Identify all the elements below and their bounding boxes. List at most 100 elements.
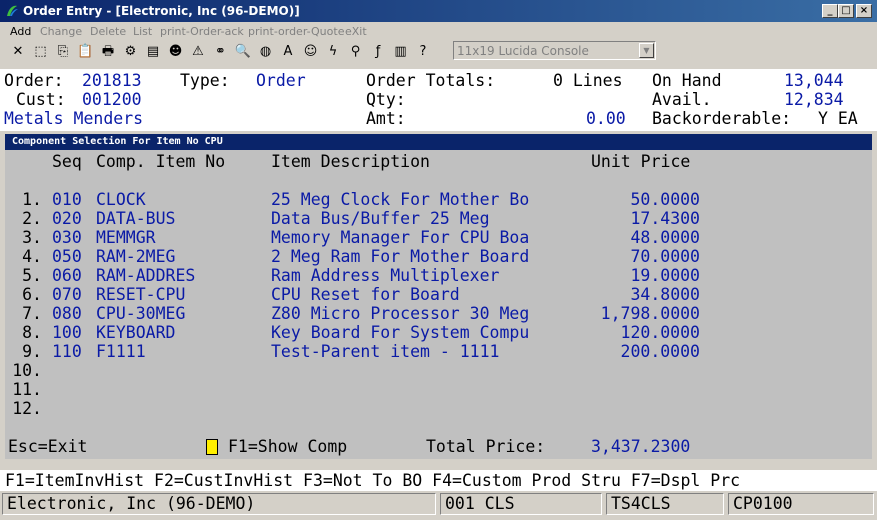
row-unit-price: 34.8000: [630, 285, 700, 304]
type-label: Type:: [180, 71, 230, 90]
font-combo[interactable]: 11x19 Lucida Console ▼: [453, 41, 656, 60]
row-number: 8.: [22, 323, 42, 342]
table-row[interactable]: 9. 110 F1111 Test-Parent item - 1111 200.000…: [5, 342, 872, 361]
row-description: Z80 Micro Processor 30 Meg: [271, 304, 530, 323]
row-number: 4.: [22, 247, 42, 266]
globe-icon[interactable]: ◍: [256, 42, 276, 62]
users-icon[interactable]: ☻: [166, 42, 186, 62]
close-button[interactable]: ×: [856, 4, 872, 18]
order-label: Order:: [4, 71, 64, 90]
row-seq: 060: [52, 266, 82, 285]
component-selection-panel: Component Selection For Item No CPU Seq …: [5, 134, 872, 459]
print-icon[interactable]: 🖶: [98, 42, 118, 62]
help-icon[interactable]: ?: [413, 42, 433, 62]
row-unit-price: 19.0000: [630, 266, 700, 285]
row-number: 12.: [12, 399, 42, 418]
avail-value: 12,834: [784, 90, 844, 109]
row-comp-item: RAM-ADDRES: [96, 266, 196, 285]
search-icon[interactable]: 🔍: [233, 42, 253, 62]
row-number: 1.: [22, 190, 42, 209]
row-seq: 110: [52, 342, 82, 361]
row-seq: 050: [52, 247, 82, 266]
menu-add[interactable]: Add: [10, 25, 31, 38]
paste-icon[interactable]: 📋: [76, 42, 96, 62]
book-icon[interactable]: ▥: [391, 42, 411, 62]
close-icon[interactable]: ✕: [8, 42, 28, 62]
lightning-icon[interactable]: ϟ: [323, 42, 343, 62]
row-description: CPU Reset for Board: [271, 285, 460, 304]
table-row[interactable]: 1. 010 CLOCK 25 Meg Clock For Mother Bo 50.0…: [5, 190, 872, 209]
menu-print-order-quote[interactable]: print-order-Quote: [248, 25, 344, 38]
menu-list[interactable]: List: [133, 25, 152, 38]
minimize-button[interactable]: _: [822, 4, 838, 18]
menu-print-order-ack[interactable]: print-Order-ack: [160, 25, 244, 38]
notes-icon[interactable]: ▤: [143, 42, 163, 62]
amt-value: 0.00: [586, 109, 626, 128]
cust-number: 001200: [82, 90, 142, 109]
table-row[interactable]: 4. 050 RAM-2MEG 2 Meg Ram For Mother Board 7…: [5, 247, 872, 266]
person-icon[interactable]: ☺: [301, 42, 321, 62]
cust-label: Cust:: [16, 90, 66, 109]
table-row[interactable]: 7. 080 CPU-30MEG Z80 Micro Processor 30 Meg…: [5, 304, 872, 323]
menu-exit[interactable]: eXit: [345, 25, 367, 38]
row-unit-price: 120.0000: [620, 323, 700, 342]
window-title: Order Entry - [Electronic, Inc (96-DEMO)…: [23, 4, 300, 18]
copy-icon[interactable]: ⎘: [53, 42, 73, 62]
table-row[interactable]: 2. 020 DATA-BUS Data Bus/Buffer 25 Meg 17.43…: [5, 209, 872, 228]
col-header-unit-price: Unit Price: [591, 152, 691, 171]
f1-show-comp-hint[interactable]: F1=Show Comp: [228, 437, 347, 456]
panel-title: Component Selection For Item No CPU: [5, 134, 872, 150]
settings-icon[interactable]: ⚙: [121, 42, 141, 62]
backorderable-value: Y EA: [818, 109, 858, 128]
table-row[interactable]: 8. 100 KEYBOARD Key Board For System Compu 1…: [5, 323, 872, 342]
status-bar: Electronic, Inc (96-DEMO) 001 CLS TS4CLS…: [0, 491, 877, 520]
row-number: 2.: [22, 209, 42, 228]
total-price-value: 3,437.2300: [591, 437, 691, 456]
alert-icon[interactable]: ⚠: [188, 42, 208, 62]
row-comp-item: F1111: [96, 342, 146, 361]
row-number: 9.: [22, 342, 42, 361]
function-key-legend: F1=ItemInvHist F2=CustInvHist F3=Not To …: [5, 471, 741, 490]
binoculars-icon[interactable]: ⚭: [211, 42, 231, 62]
row-comp-item: RESET-CPU: [96, 285, 186, 304]
row-number: 6.: [22, 285, 42, 304]
col-header-description: Item Description: [271, 152, 430, 171]
row-unit-price: 17.4300: [630, 209, 700, 228]
order-lines: 0 Lines: [553, 71, 623, 90]
table-row[interactable]: 5. 060 RAM-ADDRES Ram Address Multiplexer 19…: [5, 266, 872, 285]
app-icon: [7, 5, 18, 16]
status-station: TS4CLS: [606, 493, 724, 515]
select-icon[interactable]: ⬚: [31, 42, 51, 62]
row-unit-price: 48.0000: [630, 228, 700, 247]
row-description: Test-Parent item - 1111: [271, 342, 500, 361]
row-description: 25 Meg Clock For Mother Bo: [271, 190, 530, 209]
row-number: 11.: [12, 380, 42, 399]
table-row[interactable]: 3. 030 MEMMGR Memory Manager For CPU Boa 48.…: [5, 228, 872, 247]
row-seq: 020: [52, 209, 82, 228]
font-icon[interactable]: A: [278, 42, 298, 62]
row-seq: 030: [52, 228, 82, 247]
table-row[interactable]: 6. 070 RESET-CPU CPU Reset for Board 34.8000: [5, 285, 872, 304]
col-header-comp-item: Comp. Item No: [96, 152, 226, 171]
row-comp-item: RAM-2MEG: [96, 247, 176, 266]
menu-bar: Add Change Delete List print-Order-ack p…: [0, 23, 877, 39]
link-icon[interactable]: ⚲: [346, 42, 366, 62]
maximize-button[interactable]: □: [838, 4, 854, 18]
on-hand-label: On Hand: [652, 71, 722, 90]
function-key-bar: F1=ItemInvHist F2=CustInvHist F3=Not To …: [0, 470, 877, 491]
esc-exit-hint[interactable]: Esc=Exit: [8, 437, 87, 456]
row-unit-price: 200.0000: [620, 342, 700, 361]
function-icon[interactable]: ƒ: [368, 42, 388, 62]
backorderable-label: Backorderable:: [652, 109, 792, 128]
menu-change[interactable]: Change: [40, 25, 82, 38]
menu-delete[interactable]: Delete: [90, 25, 126, 38]
status-terminal: 001 CLS: [440, 493, 602, 515]
chevron-down-icon[interactable]: ▼: [639, 43, 654, 58]
table-row[interactable]: 11.: [5, 380, 872, 399]
table-row[interactable]: 10.: [5, 361, 872, 380]
row-seq: 100: [52, 323, 82, 342]
row-comp-item: KEYBOARD: [96, 323, 176, 342]
table-row[interactable]: 12.: [5, 399, 872, 418]
row-description: Data Bus/Buffer 25 Meg: [271, 209, 490, 228]
row-seq: 070: [52, 285, 82, 304]
